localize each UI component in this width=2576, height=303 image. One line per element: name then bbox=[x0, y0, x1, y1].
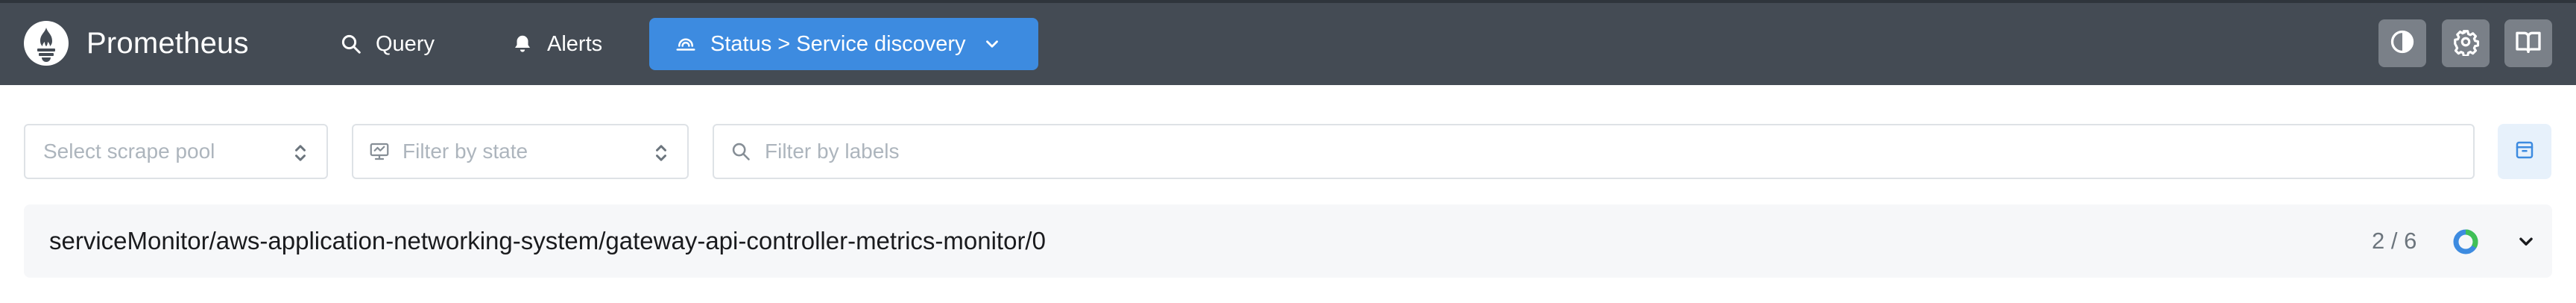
brand[interactable]: Prometheus bbox=[24, 21, 249, 66]
search-icon bbox=[340, 33, 362, 55]
nav-query[interactable]: Query bbox=[322, 18, 452, 70]
prometheus-logo-icon bbox=[24, 21, 69, 66]
book-icon bbox=[2513, 27, 2543, 60]
monitor-icon bbox=[368, 140, 391, 163]
nav-status-label: Status > Service discovery bbox=[710, 31, 966, 56]
documentation-button[interactable] bbox=[2504, 19, 2552, 67]
nav-query-label: Query bbox=[376, 31, 435, 56]
scrape-pool-placeholder: Select scrape pool bbox=[43, 140, 215, 163]
scrape-pool-row[interactable]: serviceMonitor/aws-application-networkin… bbox=[24, 204, 2552, 278]
service-discovery-icon bbox=[675, 33, 697, 55]
health-ring-icon bbox=[2452, 228, 2479, 255]
archive-icon bbox=[2513, 139, 2536, 165]
chevron-up-down-icon bbox=[292, 140, 309, 171]
scrape-pool-select[interactable]: Select scrape pool bbox=[24, 124, 328, 179]
bell-icon bbox=[511, 33, 534, 55]
contrast-icon bbox=[2389, 28, 2416, 59]
nav-alerts-label: Alerts bbox=[547, 31, 603, 56]
search-icon bbox=[730, 141, 751, 162]
chevron-up-down-icon bbox=[653, 140, 669, 171]
state-filter-select[interactable]: Filter by state bbox=[352, 124, 689, 179]
state-filter-placeholder: Filter by state bbox=[402, 140, 528, 163]
theme-toggle-button[interactable] bbox=[2378, 19, 2426, 67]
labels-filter-placeholder: Filter by labels bbox=[765, 140, 900, 163]
nav-alerts[interactable]: Alerts bbox=[493, 18, 620, 70]
labels-filter-input[interactable]: Filter by labels bbox=[713, 124, 2475, 179]
collapse-all-button[interactable] bbox=[2498, 124, 2551, 179]
chevron-down-icon bbox=[982, 34, 1002, 54]
scrape-pool-name: serviceMonitor/aws-application-networkin… bbox=[49, 227, 1046, 254]
chevron-down-icon[interactable] bbox=[2513, 228, 2539, 257]
filter-bar: Select scrape pool Filter by state Filte… bbox=[0, 124, 2576, 181]
app-title: Prometheus bbox=[86, 26, 249, 60]
nav-status-dropdown[interactable]: Status > Service discovery bbox=[649, 18, 1038, 70]
top-navbar: Prometheus Query Alerts Status > Service bbox=[0, 0, 2576, 85]
settings-button[interactable] bbox=[2442, 19, 2490, 67]
gear-icon bbox=[2452, 28, 2480, 60]
target-count: 2 / 6 bbox=[2372, 228, 2417, 254]
